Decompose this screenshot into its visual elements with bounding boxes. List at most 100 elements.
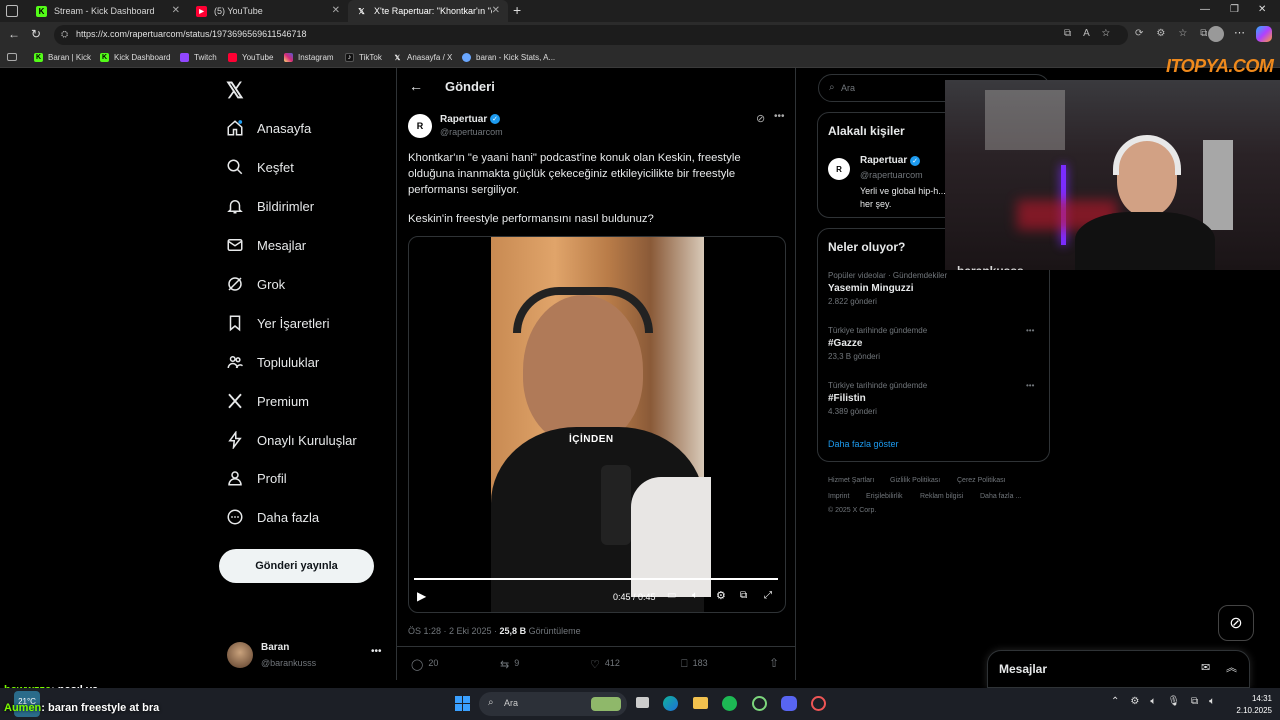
avatar xyxy=(227,642,253,668)
captions-icon[interactable]: ▭ xyxy=(667,590,676,601)
maximize-icon[interactable]: ❐ xyxy=(1230,4,1239,15)
x-icon: 𝕏 xyxy=(358,6,365,16)
discord-icon[interactable] xyxy=(781,696,797,711)
nav-bookmarks[interactable]: Yer İşaretleri xyxy=(226,311,330,335)
trend-item[interactable]: Türkiye tarihinde gündemde #Gazze 23,3 B… xyxy=(828,326,1038,361)
x-logo-icon[interactable]: 𝕏 xyxy=(226,78,244,104)
more-icon[interactable]: ••• xyxy=(774,111,785,122)
more-icon[interactable]: ••• xyxy=(1026,326,1034,335)
app-icon[interactable] xyxy=(752,696,767,711)
related-avatar[interactable]: R xyxy=(828,158,850,180)
search-input[interactable]: Ara xyxy=(841,83,855,93)
lock-icon[interactable]: ⛭ xyxy=(61,29,68,40)
settings-icon[interactable]: ⚙ xyxy=(716,589,726,602)
refresh-icon[interactable]: ↻ xyxy=(31,27,41,41)
nav-explore[interactable]: Keşfet xyxy=(226,155,294,179)
footer-link[interactable]: Reklam bilgisi xyxy=(920,493,963,500)
clock[interactable]: 14:31 2.10.2025 xyxy=(1232,694,1272,715)
tab-youtube[interactable]: ▶ (5) YouTube ✕ xyxy=(188,0,348,22)
reply-button[interactable]: ◯ 20 xyxy=(411,658,438,671)
bookmark-button[interactable]: ⎕ 183 xyxy=(681,658,708,671)
bookmark-kick-dashboard[interactable]: K Kick Dashboard xyxy=(100,53,170,62)
taskbar-search[interactable]: ⌕ Ara xyxy=(479,692,627,716)
share-icon[interactable]: ⇧ xyxy=(769,656,779,670)
fridge xyxy=(1203,140,1233,230)
grok-icon[interactable]: ⊘ xyxy=(756,112,765,125)
tab-actions-icon[interactable] xyxy=(6,5,18,17)
bookmark-instagram[interactable]: Instagram xyxy=(284,53,334,62)
nav-verified-orgs[interactable]: Onaylı Kuruluşlar xyxy=(226,428,357,452)
close-tab-icon[interactable]: ✕ xyxy=(492,5,500,16)
grok-float-button[interactable]: ⊘ xyxy=(1218,605,1254,641)
author-name[interactable]: Rapertuar xyxy=(440,114,487,125)
nav-home[interactable]: Anasayfa xyxy=(226,116,311,140)
nav-communities[interactable]: Topluluklar xyxy=(226,350,319,374)
footer-link[interactable]: Çerez Politikası xyxy=(957,477,1006,484)
play-icon[interactable]: ▶ xyxy=(417,589,426,603)
nav-more[interactable]: Daha fazla xyxy=(226,505,319,529)
collections-icon[interactable] xyxy=(7,53,17,61)
fullscreen-icon[interactable]: ⤢ xyxy=(764,590,772,601)
tab-kick-dashboard[interactable]: K Stream - Kick Dashboard ✕ xyxy=(28,0,188,22)
back-icon[interactable]: ← xyxy=(8,27,20,41)
footer-link[interactable]: Hizmet Şartları xyxy=(828,477,874,484)
trend-item[interactable]: Türkiye tarihinde gündemde #Filistin 4.3… xyxy=(828,381,1038,416)
video-progress-bar[interactable] xyxy=(414,578,778,580)
bookmark-youtube[interactable]: YouTube xyxy=(228,53,273,62)
system-tray-icons[interactable]: ⌃⚙🔈︎🎙⧉🔈︎ xyxy=(1111,696,1226,707)
repost-button[interactable]: ⇆ 9 xyxy=(500,658,519,671)
start-icon[interactable] xyxy=(455,696,470,711)
volume-icon[interactable]: 🔈︎ xyxy=(692,590,698,601)
nav-notifications[interactable]: Bildirimler xyxy=(226,194,314,218)
nav-profile[interactable]: Profil xyxy=(226,466,287,490)
close-tab-icon[interactable]: ✕ xyxy=(332,5,340,16)
lightning-icon xyxy=(228,431,242,449)
tab-x-post[interactable]: 𝕏 X'te Rapertuar: "Khontkar'ın "e ya ✕ xyxy=(348,0,508,22)
bookmark-twitch[interactable]: Twitch xyxy=(180,53,217,62)
url-actions-icon[interactable]: ⧉A☆ xyxy=(1064,28,1122,39)
trend-item[interactable]: Popüler videolar · Gündemdekiler Yasemin… xyxy=(828,271,1038,306)
nav-premium[interactable]: Premium xyxy=(226,389,309,413)
app-icon[interactable] xyxy=(811,696,826,711)
more-menu-icon[interactable]: ⋯ xyxy=(1234,26,1245,39)
reply-icon: ◯ xyxy=(411,659,424,671)
account-switcher[interactable]: Baran @barankusss ••• xyxy=(219,636,389,676)
task-view-icon[interactable] xyxy=(636,697,649,708)
footer-link[interactable]: Gizlilik Politikası xyxy=(890,477,940,484)
nav-grok[interactable]: Grok xyxy=(226,272,285,296)
url-field[interactable]: https://x.com/rapertuarcom/status/197369… xyxy=(54,25,1128,45)
minimize-icon[interactable]: — xyxy=(1200,4,1210,15)
author-avatar[interactable]: R xyxy=(408,114,432,138)
pip-icon[interactable]: ⧉ xyxy=(740,590,747,601)
nav-messages[interactable]: Mesajlar xyxy=(226,233,306,257)
chevron-up-icon[interactable]: ︽ xyxy=(1226,659,1237,675)
show-more-link[interactable]: Daha fazla göster xyxy=(828,439,899,449)
youtube-icon xyxy=(228,53,237,62)
close-tab-icon[interactable]: ✕ xyxy=(172,5,180,16)
close-window-icon[interactable]: ✕ xyxy=(1258,4,1266,15)
new-message-icon[interactable]: ✉ xyxy=(1201,661,1210,674)
related-name[interactable]: Rapertuar xyxy=(860,155,907,166)
file-explorer-icon[interactable] xyxy=(693,697,708,709)
bookmark-kick-stats[interactable]: baran - Kick Stats, A... xyxy=(462,53,555,62)
sponsor-logo: ITOPYA.COM xyxy=(1166,56,1274,76)
like-button[interactable]: ♡ 412 xyxy=(590,658,620,671)
post-button[interactable]: Gönderi yayınla xyxy=(219,549,374,583)
bookmark-baran-kick[interactable]: K Baran | Kick xyxy=(34,53,91,62)
edge-icon[interactable] xyxy=(663,696,678,711)
spotify-icon[interactable] xyxy=(722,696,737,711)
bookmark-tiktok[interactable]: ♪ TikTok xyxy=(345,53,382,62)
new-tab-icon[interactable]: + xyxy=(513,2,521,18)
copilot-icon[interactable] xyxy=(1256,26,1272,42)
profile-avatar-icon[interactable] xyxy=(1208,26,1224,42)
footer-link[interactable]: Imprint xyxy=(828,493,849,500)
footer-link[interactable]: Daha fazla ... xyxy=(980,493,1021,500)
video-player[interactable]: İÇİNDEN ▶ 0:45 / 0:45 ▭ 🔈︎ ⚙ ⧉ ⤢ xyxy=(408,236,786,613)
back-arrow-icon[interactable]: ← xyxy=(409,78,423,94)
bookmark-x[interactable]: 𝕏 Anasayfa / X xyxy=(393,53,453,62)
video-frame: İÇİNDEN xyxy=(491,237,711,612)
messages-drawer[interactable]: Mesajlar ✉ ︽ xyxy=(987,650,1250,688)
more-icon[interactable]: ••• xyxy=(1026,381,1034,390)
footer-link[interactable]: Erişilebilirlik xyxy=(866,493,903,500)
author-handle[interactable]: @rapertuarcom xyxy=(440,127,503,137)
